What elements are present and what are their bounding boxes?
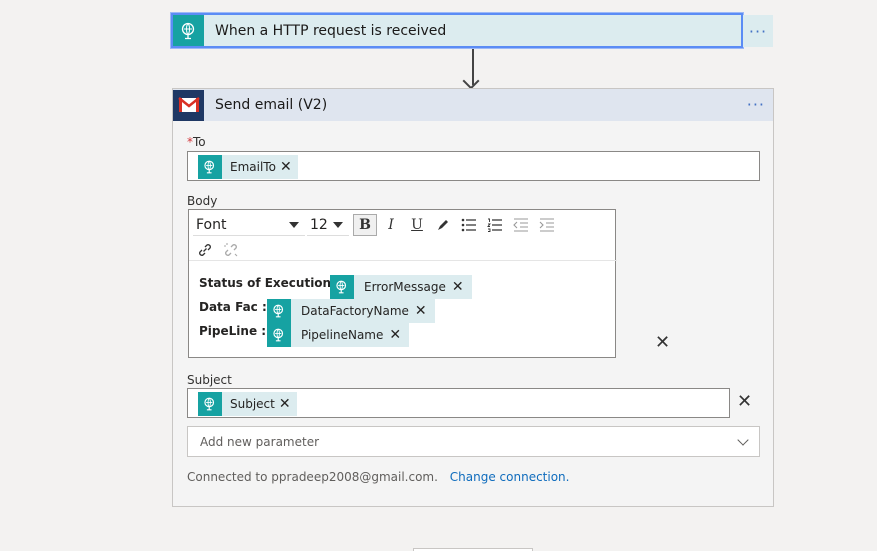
body-line-status-label: Status of Execution : xyxy=(199,276,341,290)
remove-subject-close-icon[interactable]: ✕ xyxy=(737,393,752,411)
close-icon[interactable]: ✕ xyxy=(387,327,409,343)
body-line-pipeline-label: PipeLine : xyxy=(199,324,267,338)
http-request-icon xyxy=(198,392,222,416)
subject-field[interactable]: Subject ✕ xyxy=(187,388,730,418)
action-more-button[interactable]: ··· xyxy=(747,95,765,114)
body-label: Body xyxy=(187,194,218,208)
arrow-down-icon xyxy=(462,72,480,90)
highlight-icon[interactable] xyxy=(431,214,455,236)
body-line-datafac-label: Data Fac : xyxy=(199,300,267,314)
http-request-icon xyxy=(330,275,354,299)
token-label: ErrorMessage xyxy=(364,280,446,294)
token-subject[interactable]: Subject ✕ xyxy=(198,392,297,416)
numbered-list-icon[interactable] xyxy=(483,214,507,236)
trigger-card[interactable]: When a HTTP request is received xyxy=(171,13,743,48)
chevron-down-icon xyxy=(289,222,299,228)
token-pipelinename[interactable]: PipelineName ✕ xyxy=(267,323,410,347)
to-field[interactable]: EmailTo ✕ xyxy=(187,151,760,181)
send-email-card: Send email (V2) ··· *To EmailTo ✕ Body F… xyxy=(172,88,774,507)
token-label: Subject xyxy=(230,397,275,411)
http-request-icon xyxy=(267,323,291,347)
to-label: *To xyxy=(187,135,206,149)
token-datafactoryname[interactable]: DataFactoryName ✕ xyxy=(267,299,435,323)
editor-toolbar: Font 12 B I U xyxy=(193,214,613,262)
chevron-down-icon xyxy=(333,222,343,228)
close-icon[interactable]: ✕ xyxy=(450,279,472,295)
send-email-title: Send email (V2) xyxy=(215,97,328,113)
send-email-header[interactable]: Send email (V2) ··· xyxy=(173,89,773,121)
bold-button[interactable]: B xyxy=(353,214,377,236)
token-label: PipelineName xyxy=(301,328,384,342)
gmail-icon xyxy=(173,89,204,121)
token-label: EmailTo xyxy=(230,160,276,174)
unlink-icon[interactable] xyxy=(219,239,243,261)
toolbar-divider xyxy=(189,260,617,261)
close-icon[interactable]: ✕ xyxy=(280,159,298,175)
add-new-parameter-dropdown[interactable]: Add new parameter xyxy=(187,426,760,457)
chevron-down-icon xyxy=(737,434,749,446)
token-label: DataFactoryName xyxy=(301,304,409,318)
italic-button[interactable]: I xyxy=(379,214,403,236)
add-parameter-placeholder: Add new parameter xyxy=(200,434,320,449)
body-editor[interactable]: Font 12 B I U Status of Execution: Erro… xyxy=(188,209,617,358)
trigger-title: When a HTTP request is received xyxy=(215,22,447,39)
increase-indent-icon[interactable] xyxy=(535,214,559,236)
font-select[interactable]: Font xyxy=(193,214,305,236)
http-request-icon xyxy=(198,155,222,179)
token-errormessage[interactable]: ErrorMessage ✕ xyxy=(330,275,472,299)
decrease-indent-icon[interactable] xyxy=(509,214,533,236)
connected-text: Connected to ppradeep2008@gmail.com. xyxy=(187,470,438,484)
connection-info: Connected to ppradeep2008@gmail.com. Cha… xyxy=(187,470,569,484)
trigger-more-button[interactable]: ··· xyxy=(743,15,773,47)
token-emailto[interactable]: EmailTo ✕ xyxy=(198,155,298,179)
underline-button[interactable]: U xyxy=(405,214,429,236)
close-icon[interactable]: ✕ xyxy=(279,396,297,412)
change-connection-link[interactable]: Change connection. xyxy=(450,470,570,484)
link-icon[interactable] xyxy=(193,239,217,261)
http-request-icon xyxy=(173,15,204,46)
remove-body-close-icon[interactable]: ✕ xyxy=(655,334,670,352)
font-size-select[interactable]: 12 xyxy=(307,214,349,236)
close-icon[interactable]: ✕ xyxy=(413,303,435,319)
subject-label: Subject xyxy=(187,373,232,387)
http-request-icon xyxy=(267,299,291,323)
bulleted-list-icon[interactable] xyxy=(457,214,481,236)
